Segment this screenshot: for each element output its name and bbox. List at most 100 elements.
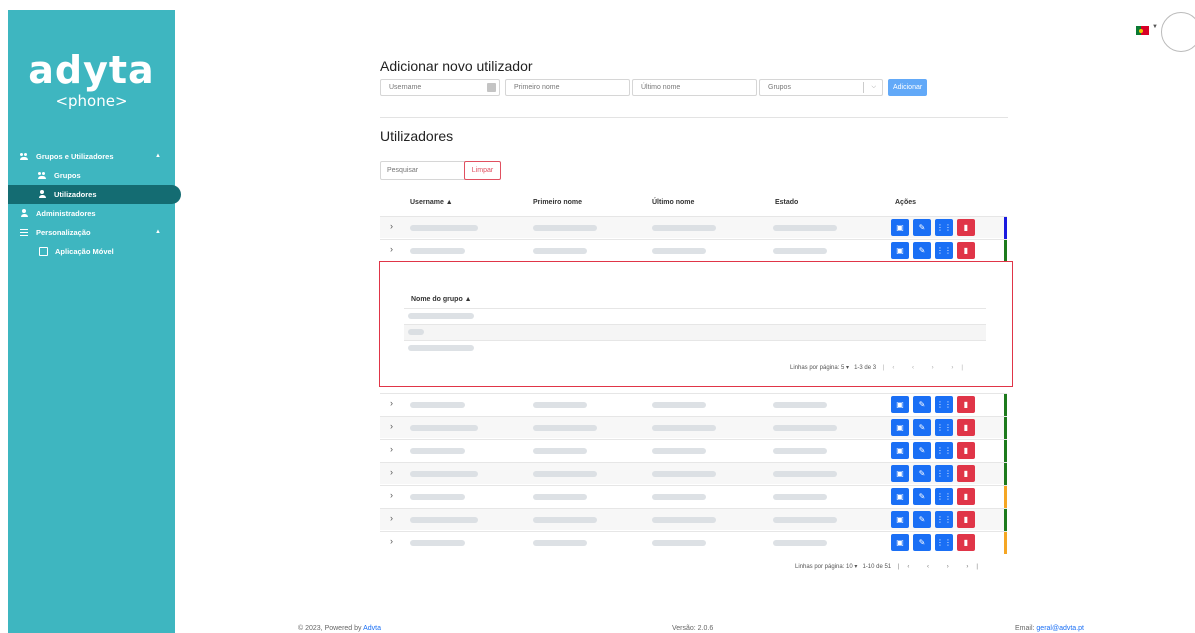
keypad-button[interactable]: ⋮⋮ [935, 419, 953, 436]
id-card-button[interactable]: ▣ [891, 511, 909, 528]
sidebar-item-grupos-e-utilizadores[interactable]: Grupos e Utilizadores ▲ [8, 147, 175, 166]
keypad-button[interactable]: ⋮⋮ [935, 534, 953, 551]
logo[interactable]: adyta <phone> [8, 50, 175, 111]
edit-button[interactable]: ✎ [913, 488, 931, 505]
edit-button[interactable]: ✎ [913, 442, 931, 459]
edit-button[interactable]: ✎ [913, 534, 931, 551]
rows-per-page-select[interactable]: 5 ▾ [841, 365, 849, 371]
chevron-right-icon[interactable]: › [390, 467, 393, 477]
id-card-button[interactable]: ▣ [891, 465, 909, 482]
trash-button[interactable]: ▮ [957, 511, 975, 528]
trash-button[interactable]: ▮ [957, 219, 975, 236]
keypad-button[interactable]: ⋮⋮ [935, 219, 953, 236]
edit-button[interactable]: ✎ [913, 242, 931, 259]
keypad-button[interactable]: ⋮⋮ [935, 511, 953, 528]
sidebar-item-grupos[interactable]: Grupos [8, 166, 175, 185]
id-card-button[interactable]: ▣ [891, 242, 909, 259]
chevron-right-icon[interactable]: › [390, 244, 393, 254]
column-header-group-name[interactable]: Nome do grupo ▲ [411, 296, 472, 303]
table-row[interactable]: › ▣ ✎ ⋮⋮ ▮ [380, 216, 1007, 239]
chevron-right-icon[interactable]: › [390, 536, 393, 546]
edit-button[interactable]: ✎ [913, 396, 931, 413]
edit-button[interactable]: ✎ [913, 465, 931, 482]
group-icon [38, 171, 47, 180]
clear-button[interactable]: Limpar [464, 161, 501, 180]
trash-button[interactable]: ▮ [957, 396, 975, 413]
edit-button[interactable]: ✎ [913, 419, 931, 436]
column-header-status[interactable]: Estado [775, 199, 798, 206]
first-name-input[interactable]: Primeiro nome [505, 79, 630, 96]
language-flag-icon[interactable] [1136, 26, 1149, 35]
sidebar-item-label: Personalização [36, 228, 91, 237]
id-card-button[interactable]: ▣ [891, 488, 909, 505]
table-row[interactable]: › ▣ ✎ ⋮⋮ ▮ [380, 462, 1007, 485]
table-row[interactable]: › ▣ ✎ ⋮⋮ ▮ [380, 531, 1007, 554]
footer-email-link[interactable]: geral@advta.pt [1036, 625, 1084, 632]
language-caret-icon[interactable]: ▼ [1152, 24, 1158, 30]
footer-email: Email: geral@advta.pt [1015, 625, 1084, 632]
edit-button[interactable]: ✎ [913, 511, 931, 528]
rows-per-page-select[interactable]: 10 ▾ [846, 564, 857, 570]
redacted-cell [410, 517, 478, 523]
footer-brand-link[interactable]: Advta [363, 625, 381, 632]
redacted-cell [773, 517, 837, 523]
sidebar-item-administradores[interactable]: Administradores [8, 204, 175, 223]
avatar[interactable] [1161, 12, 1195, 52]
id-card-button[interactable]: ▣ [891, 396, 909, 413]
chevron-right-icon[interactable]: › [390, 444, 393, 454]
username-placeholder: Username [389, 84, 422, 91]
trash-button[interactable]: ▮ [957, 488, 975, 505]
add-button[interactable]: Adicionar [888, 79, 928, 96]
trash-button[interactable]: ▮ [957, 419, 975, 436]
table-row[interactable]: › ▣ ✎ ⋮⋮ ▮ [380, 416, 1007, 439]
redacted-cell [652, 225, 716, 231]
chevron-right-icon[interactable]: › [390, 490, 393, 500]
keypad-button[interactable]: ⋮⋮ [935, 396, 953, 413]
column-header-first-name[interactable]: Primeiro nome [533, 199, 582, 206]
trash-button[interactable]: ▮ [957, 465, 975, 482]
trash-button[interactable]: ▮ [957, 442, 975, 459]
id-card-button[interactable]: ▣ [891, 534, 909, 551]
keypad-button[interactable]: ⋮⋮ [935, 488, 953, 505]
chevron-down-icon[interactable]: ⌵ [871, 80, 876, 95]
groups-select[interactable]: Grupos ⌵ [759, 79, 883, 96]
chevron-right-icon[interactable]: › [390, 513, 393, 523]
table-row[interactable]: › ▣ ✎ ⋮⋮ ▮ [380, 393, 1007, 416]
redacted-cell [410, 540, 465, 546]
table-row[interactable]: › ▣ ✎ ⋮⋮ ▮ [380, 508, 1007, 531]
rows-per-page-label: Linhas por página: [790, 365, 840, 371]
id-card-button[interactable]: ▣ [891, 219, 909, 236]
trash-button[interactable]: ▮ [957, 242, 975, 259]
search-input[interactable]: Pesquisar [380, 161, 466, 180]
first-name-placeholder: Primeiro nome [514, 84, 560, 91]
sidebar-item-utilizadores[interactable]: Utilizadores [8, 185, 181, 204]
last-name-input[interactable]: Último nome [632, 79, 757, 96]
redacted-cell [410, 471, 478, 477]
redacted-cell [533, 494, 587, 500]
sidebar-item-aplicacao-movel[interactable]: Aplicação Móvel [8, 242, 175, 261]
id-card-button[interactable]: ▣ [891, 442, 909, 459]
chevron-right-icon[interactable]: › [390, 421, 393, 431]
table-row[interactable]: › ▣ ✎ ⋮⋮ ▮ [380, 239, 1007, 262]
sidebar-item-personalizacao[interactable]: Personalização ▲ [8, 223, 175, 242]
chevron-right-icon[interactable]: › [390, 398, 393, 408]
redacted-cell [410, 402, 465, 408]
select-separator [863, 82, 864, 93]
table-row[interactable]: › ▣ ✎ ⋮⋮ ▮ [380, 439, 1007, 462]
column-header-username[interactable]: Username ▲ [410, 199, 453, 206]
redacted-cell [773, 494, 827, 500]
row-actions: ▣✎⋮⋮▮ [891, 488, 975, 505]
table-row[interactable]: › ▣ ✎ ⋮⋮ ▮ [380, 485, 1007, 508]
id-card-button[interactable]: ▣ [891, 419, 909, 436]
keypad-button[interactable]: ⋮⋮ [935, 242, 953, 259]
edit-button[interactable]: ✎ [913, 219, 931, 236]
table-pagination: Linhas por página: 10 ▾ 1-10 de 51 |‹ ‹ … [795, 563, 986, 570]
page-nav-icons[interactable]: |‹ ‹ › ›| [898, 564, 986, 570]
chevron-right-icon[interactable]: › [390, 221, 393, 231]
keypad-button[interactable]: ⋮⋮ [935, 465, 953, 482]
page-nav-icons[interactable]: |‹ ‹ › ›| [883, 365, 971, 371]
keypad-button[interactable]: ⋮⋮ [935, 442, 953, 459]
trash-button[interactable]: ▮ [957, 534, 975, 551]
username-input[interactable]: Username [380, 79, 500, 96]
column-header-last-name[interactable]: Último nome [652, 199, 694, 206]
